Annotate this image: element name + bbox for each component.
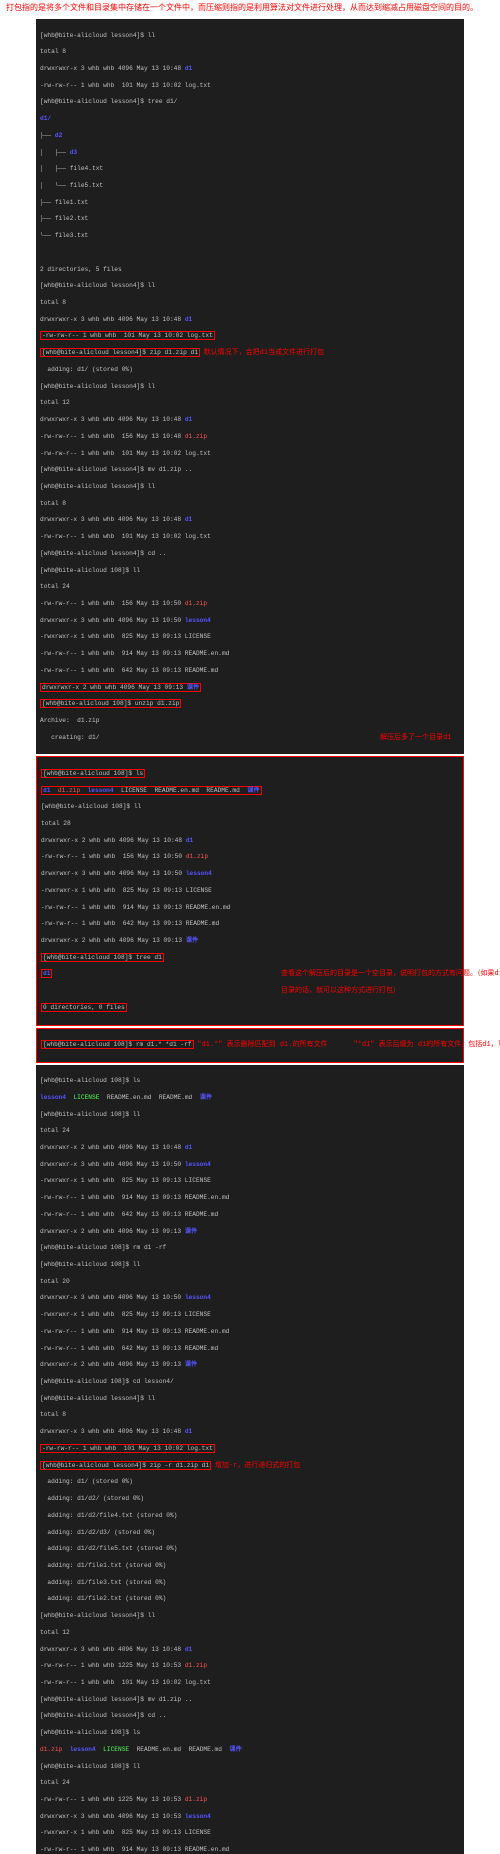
annotation-4b: "*d1" 表示后缀为 d1的所有文件，包括d1，ls.d1	[353, 1041, 500, 1049]
annotation-2: 解压后多了一个目录d1	[380, 734, 451, 742]
terminal-block-3: [whb@bite-alicloud 108]$ rm d1.* *d1 -rf…	[36, 1028, 464, 1063]
annotation-4a: "d1.*" 表示删除匹配到 d1.的所有文件	[197, 1041, 327, 1049]
top-description: 打包指的是将多个文件和目录集中存储在一个文件中，而压缩则指的是利用算法对文件进行…	[0, 0, 500, 17]
annotation-3a: 查看这个解压后的目录是一个空目录，说明打包的方式有问题。（如果d1是文件不是	[281, 970, 500, 978]
annotation-5: 增加-r，进行递归式的打包	[215, 1462, 300, 1470]
terminal-block-4: [whb@bite-alicloud 108]$ ls lesson4 LICE…	[36, 1065, 464, 1854]
annotation-3b: 目录的话，就可以这种方式进行打包）	[281, 987, 400, 995]
terminal-block-1: [whb@bite-alicloud lesson4]$ ll total 8 …	[36, 19, 464, 754]
terminal-block-2: [whb@bite-alicloud 108]$ ls d1 d1.zip le…	[36, 756, 464, 1025]
annotation-1: 默认情况下，会把d1当成文件进行打包	[204, 349, 324, 357]
